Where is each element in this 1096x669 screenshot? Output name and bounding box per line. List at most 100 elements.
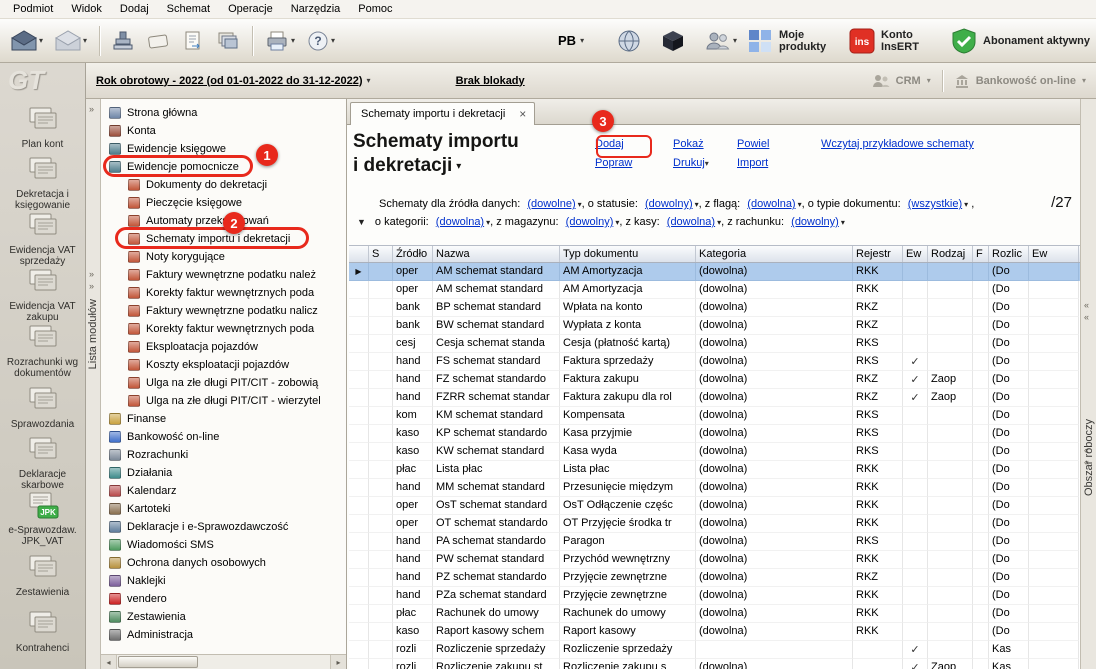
abonament-aktywny-button[interactable]: Abonament aktywny — [951, 28, 1090, 54]
document-send-button[interactable] — [177, 23, 209, 59]
module-item-ochrona-danych-osobowych[interactable]: Ochrona danych osobowych — [101, 554, 346, 572]
action-powiel[interactable]: Powiel — [737, 138, 821, 150]
table-row[interactable]: operOsT schemat standardOsT Odłączenie c… — [349, 497, 1080, 515]
module-item-dzialania[interactable]: Działania — [101, 464, 346, 482]
module-item-bankowosc-on-line[interactable]: Bankowość on-line — [101, 428, 346, 446]
filter-value-dowolna[interactable]: (dowolna) — [667, 216, 715, 228]
module-item-faktury-wewnetrzne-podatku-nalez[interactable]: Faktury wewnętrzne podatku należ — [101, 266, 346, 284]
stamp-button[interactable] — [107, 23, 139, 59]
sidebar-item-zestawienia[interactable]: Zestawienia — [0, 547, 85, 603]
module-item-koszty-eksploatacji-pojazdow[interactable]: Koszty eksploatacji pojazdów — [101, 356, 346, 374]
module-item-korekty-faktur-wewnetrznych-poda[interactable]: Korekty faktur wewnętrznych poda — [101, 284, 346, 302]
table-row[interactable]: bankBP schemat standardWpłata na konto(d… — [349, 299, 1080, 317]
module-item-ulga-na-zle-dlugi-pit-cit-wierzytel[interactable]: Ulga na złe długi PIT/CIT - wierzytel — [101, 392, 346, 410]
module-list-strip[interactable]: » » » Lista modułów — [86, 99, 101, 669]
table-row[interactable]: ▶operAM schemat standardAM Amortyzacja(d… — [349, 263, 1080, 281]
scroll-thumb[interactable] — [118, 656, 198, 668]
table-row[interactable]: cesjCesja schemat standaCesja (płatność … — [349, 335, 1080, 353]
table-row[interactable]: handFS schemat standardFaktura sprzedaży… — [349, 353, 1080, 371]
module-item-automaty-przeksiegowan[interactable]: Automaty przeksięgowań — [101, 212, 346, 230]
eraser-button[interactable] — [141, 23, 175, 59]
table-row[interactable]: handPA schemat standardoParagon(dowolna)… — [349, 533, 1080, 551]
action-pokaz[interactable]: Pokaż — [673, 138, 737, 150]
online-banking-button[interactable]: Bankowość on-line — [976, 75, 1076, 87]
module-item-deklaracje-i-e-sprawozdawczosc[interactable]: Deklaracje i e-Sprawozdawczość — [101, 518, 346, 536]
table-row[interactable]: handPW schemat standardPrzychód wewnętrz… — [349, 551, 1080, 569]
sidebar-item-dekretacja-i-ksiegowanie[interactable]: Dekretacja i księgowanie — [0, 155, 85, 211]
open-letter-button[interactable]: ▾ — [50, 23, 92, 59]
filter-value-dowolny[interactable]: (dowolny) — [566, 216, 614, 228]
module-item-naklejki[interactable]: Naklejki — [101, 572, 346, 590]
filter-value-wszystkie[interactable]: (wszystkie) — [908, 198, 962, 210]
users-button[interactable]: ▾ — [700, 23, 742, 59]
scroll-right-button[interactable]: ▸ — [330, 655, 346, 669]
action-popraw[interactable]: Popraw — [595, 157, 673, 169]
module-item-eksploatacja-pojazdow[interactable]: Eksploatacja pojazdów — [101, 338, 346, 356]
column-header-s[interactable]: S — [369, 246, 393, 262]
filter-value-dowolny[interactable]: (dowolny) — [791, 216, 839, 228]
sidebar-item-kontrahenci[interactable]: Kontrahenci — [0, 603, 85, 659]
table-row[interactable]: rozliRozliczenie sprzedażyRozliczenie sp… — [349, 641, 1080, 659]
column-header-typ-dokumentu[interactable]: Typ dokumentu — [560, 246, 696, 262]
globe-button[interactable] — [612, 23, 646, 59]
module-item-faktury-wewnetrzne-podatku-nalicz[interactable]: Faktury wewnętrzne podatku nalicz — [101, 302, 346, 320]
module-item-ulga-na-zle-dlugi-pit-cit-zobowia[interactable]: Ulga na złe długi PIT/CIT - zobowią — [101, 374, 346, 392]
menu-widok[interactable]: Widok — [62, 1, 111, 17]
module-item-kalendarz[interactable]: Kalendarz — [101, 482, 346, 500]
chevron-right-icon[interactable]: » — [89, 269, 94, 279]
module-item-strona-glowna[interactable]: Strona główna — [101, 104, 346, 122]
menu-pomoc[interactable]: Pomoc — [349, 1, 401, 17]
module-item-pieczecie-ksiegowe[interactable]: Pieczęcie księgowe — [101, 194, 346, 212]
menu-narzedzia[interactable]: Narzędzia — [282, 1, 350, 17]
filter-value-dowolne[interactable]: (dowolne) — [527, 198, 575, 210]
chevron-left-icon[interactable]: « — [1084, 312, 1089, 322]
module-item-noty-korygujace[interactable]: Noty korygujące — [101, 248, 346, 266]
module-item-korekty-faktur-wewnetrznych-poda[interactable]: Korekty faktur wewnętrznych poda — [101, 320, 346, 338]
printer-button[interactable]: ▾ — [260, 23, 300, 59]
table-row[interactable]: kasoKP schemat standardoKasa przyjmie(do… — [349, 425, 1080, 443]
sidebar-item-plan-kont[interactable]: Plan kont — [0, 99, 85, 155]
sidebar-item-ewidencja-vat-zakupu[interactable]: Ewidencja VAT zakupu — [0, 267, 85, 323]
column-header-nazwa[interactable]: Nazwa — [433, 246, 560, 262]
menu-schemat[interactable]: Schemat — [158, 1, 219, 17]
tab-close-icon[interactable]: × — [519, 109, 526, 119]
workspace-strip[interactable]: « « « « Obszar roboczy — [1080, 99, 1096, 669]
menu-dodaj[interactable]: Dodaj — [111, 1, 158, 17]
module-item-dokumenty-do-dekretacji[interactable]: Dokumenty do dekretacji — [101, 176, 346, 194]
send-letter-button[interactable]: ▾ — [6, 23, 48, 59]
table-row[interactable]: płacLista płacLista płac(dowolna)RKK(Do — [349, 461, 1080, 479]
chevron-right-icon[interactable]: » — [89, 281, 94, 291]
column-header-rodzaj[interactable]: Rodzaj — [928, 246, 973, 262]
module-item-vendero[interactable]: vendero — [101, 590, 346, 608]
table-row[interactable]: kasoKW schemat standardKasa wyda(dowolna… — [349, 443, 1080, 461]
table-row[interactable]: handPZa schemat standardPrzyjęcie zewnęt… — [349, 587, 1080, 605]
module-item-ewidencje-ksiegowe[interactable]: Ewidencje księgowe — [101, 140, 346, 158]
filter-value-dowolny[interactable]: (dowolny) — [645, 198, 693, 210]
sidebar-item-deklaracje-skarbowe[interactable]: Deklaracje skarbowe — [0, 435, 85, 491]
user-initials-button[interactable]: PB▾ — [553, 23, 589, 59]
module-item-finanse[interactable]: Finanse — [101, 410, 346, 428]
table-row[interactable]: operAM schemat standardAM Amortyzacja(do… — [349, 281, 1080, 299]
module-item-zestawienia[interactable]: Zestawienia — [101, 608, 346, 626]
filter-expand-icon[interactable]: ▼ — [357, 217, 366, 227]
menu-operacje[interactable]: Operacje — [219, 1, 282, 17]
column-header-ew[interactable]: Ew — [1029, 246, 1079, 262]
table-row[interactable]: kasoRaport kasowy schemRaport kasowy(dow… — [349, 623, 1080, 641]
filter-value-dowolna[interactable]: (dowolna) — [747, 198, 795, 210]
table-row[interactable]: handMM schemat standardPrzesunięcie międ… — [349, 479, 1080, 497]
chevron-left-icon[interactable]: « — [1084, 300, 1089, 310]
cube-button[interactable] — [656, 23, 690, 59]
moje-produkty-button[interactable]: Moje produkty — [747, 28, 833, 54]
action-wczytaj-przykladowe-schematy[interactable]: Wczytaj przykładowe schematy — [821, 138, 974, 150]
action-import[interactable]: Import — [737, 157, 821, 169]
table-row[interactable]: bankBW schemat standardWypłata z konta(d… — [349, 317, 1080, 335]
sidebar-item-rozrachunki-wg-dokumentow[interactable]: Rozrachunki wg dokumentów — [0, 323, 85, 379]
help-button[interactable]: ?▾ — [302, 23, 340, 59]
module-item-konta[interactable]: Konta — [101, 122, 346, 140]
column-header-kategoria[interactable]: Kategoria — [696, 246, 853, 262]
module-item-rozrachunki[interactable]: Rozrachunki — [101, 446, 346, 464]
module-item-kartoteki[interactable]: Kartoteki — [101, 500, 346, 518]
sidebar-item-sprawozdania[interactable]: Sprawozdania — [0, 379, 85, 435]
module-item-wiadomosci-sms[interactable]: Wiadomości SMS — [101, 536, 346, 554]
konto-insert-button[interactable]: insKonto InsERT — [849, 28, 935, 54]
